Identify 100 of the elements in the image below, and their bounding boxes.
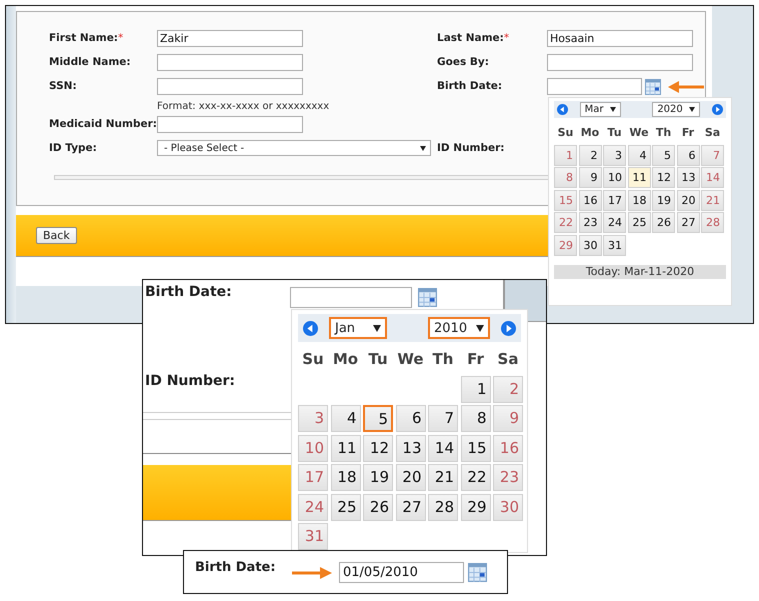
day-cell[interactable]: 19 bbox=[652, 190, 675, 210]
day-cell[interactable]: 15 bbox=[554, 190, 577, 210]
day-cell[interactable]: 26 bbox=[363, 494, 393, 520]
day-cell[interactable]: 3 bbox=[298, 405, 328, 432]
day-cell[interactable]: 8 bbox=[460, 405, 490, 432]
day-cell[interactable]: 28 bbox=[701, 212, 724, 233]
field-label: ID Type: bbox=[49, 141, 98, 156]
day-cell[interactable]: 2 bbox=[493, 376, 523, 402]
day-cell[interactable]: 16 bbox=[493, 434, 523, 462]
day-cell[interactable]: 10 bbox=[298, 434, 328, 462]
day-cell[interactable]: 30 bbox=[493, 494, 523, 520]
date-field[interactable] bbox=[290, 287, 412, 308]
day-cell[interactable]: 22 bbox=[554, 212, 577, 233]
day-cell[interactable]: 14 bbox=[701, 167, 724, 188]
day-cell[interactable]: 20 bbox=[676, 190, 700, 210]
day-cell[interactable]: 9 bbox=[493, 405, 523, 432]
calendar-icon[interactable] bbox=[468, 563, 487, 582]
field-label: ID Number: bbox=[437, 141, 506, 156]
day-cell[interactable]: 18 bbox=[330, 464, 360, 491]
weekday-label: Fr bbox=[680, 125, 696, 141]
day-cell[interactable]: 26 bbox=[652, 212, 675, 233]
day-cell[interactable]: 21 bbox=[428, 464, 458, 491]
month-select[interactable]: Jan bbox=[329, 317, 387, 339]
day-cell[interactable]: 5 bbox=[363, 405, 393, 432]
day-cell[interactable]: 11 bbox=[628, 167, 650, 188]
day-cell[interactable]: 3 bbox=[603, 144, 626, 166]
day-cell[interactable]: 6 bbox=[396, 405, 426, 432]
day-cell[interactable]: 1 bbox=[554, 144, 577, 166]
weekday-label: We bbox=[396, 349, 425, 370]
back-button[interactable]: Back bbox=[36, 227, 77, 244]
day-cell[interactable]: 4 bbox=[330, 405, 360, 432]
day-cell[interactable]: 31 bbox=[298, 523, 328, 550]
day-cell[interactable]: 27 bbox=[676, 212, 700, 233]
day-cell[interactable]: 22 bbox=[460, 464, 490, 491]
text-field[interactable] bbox=[547, 54, 693, 71]
dropdown[interactable]: - Please Select - bbox=[157, 140, 431, 156]
day-cell[interactable]: 17 bbox=[603, 190, 626, 210]
day-cell[interactable]: 23 bbox=[578, 212, 602, 233]
day-cell[interactable]: 12 bbox=[363, 434, 393, 462]
day-cell[interactable]: 23 bbox=[493, 464, 523, 491]
day-cell[interactable]: 8 bbox=[554, 167, 577, 188]
field-label: First Name:* bbox=[49, 31, 124, 46]
day-cell[interactable]: 27 bbox=[396, 494, 426, 520]
day-cell[interactable]: 7 bbox=[701, 144, 724, 166]
day-cell[interactable]: 10 bbox=[603, 167, 626, 188]
day-cell[interactable]: 4 bbox=[628, 144, 650, 166]
day-cell[interactable]: 12 bbox=[652, 167, 675, 188]
day-cell[interactable]: 7 bbox=[428, 405, 458, 432]
field-label: Birth Date: bbox=[195, 560, 276, 575]
day-cell[interactable]: 29 bbox=[554, 234, 577, 256]
field-label: Medicaid Number: bbox=[49, 117, 157, 132]
text-field[interactable]: Zakir bbox=[157, 30, 303, 47]
day-cell[interactable]: 29 bbox=[460, 494, 490, 520]
day-cell[interactable]: 30 bbox=[578, 234, 602, 256]
day-cell[interactable]: 15 bbox=[460, 434, 490, 462]
day-cell[interactable]: 19 bbox=[363, 464, 393, 491]
day-cell[interactable]: 17 bbox=[298, 464, 328, 491]
day-cell[interactable]: 5 bbox=[652, 144, 675, 166]
month-select[interactable]: Mar bbox=[580, 102, 621, 117]
pointer-arrow bbox=[292, 567, 332, 579]
day-cell[interactable]: 31 bbox=[603, 234, 626, 256]
date-field[interactable]: 01/05/2010 bbox=[339, 562, 464, 583]
field-label: ID Number: bbox=[145, 373, 235, 389]
weekday-label: Mo bbox=[332, 349, 360, 370]
day-cell[interactable]: 9 bbox=[578, 167, 602, 188]
today-footer[interactable]: Today: Mar-11-2020 bbox=[554, 264, 726, 278]
day-cell[interactable]: 1 bbox=[460, 376, 490, 402]
day-cell[interactable]: 25 bbox=[628, 212, 650, 233]
weekday-label: Mo bbox=[580, 125, 600, 141]
day-cell[interactable]: 24 bbox=[603, 212, 626, 233]
day-cell[interactable]: 2 bbox=[578, 144, 602, 166]
day-cell[interactable]: 16 bbox=[578, 190, 602, 210]
field-label: Birth Date: bbox=[145, 284, 232, 300]
text-field[interactable] bbox=[157, 78, 303, 95]
day-cell[interactable]: 6 bbox=[676, 144, 700, 166]
day-cell[interactable]: 20 bbox=[396, 464, 426, 491]
date-field[interactable] bbox=[547, 78, 642, 95]
calendar-icon[interactable] bbox=[645, 78, 661, 94]
day-cell[interactable]: 14 bbox=[428, 434, 458, 462]
day-cell[interactable]: 25 bbox=[330, 494, 360, 520]
calendar-icon[interactable] bbox=[418, 288, 437, 307]
weekday-label: Th bbox=[654, 125, 672, 141]
pointer-arrow bbox=[668, 80, 704, 92]
field-label: SSN: bbox=[49, 79, 78, 94]
weekday-label: Fr bbox=[466, 349, 485, 370]
text-field[interactable] bbox=[157, 54, 303, 71]
day-cell[interactable]: 24 bbox=[298, 494, 328, 520]
text-field[interactable] bbox=[157, 116, 303, 133]
day-cell[interactable]: 28 bbox=[428, 494, 458, 520]
day-cell[interactable]: 21 bbox=[701, 190, 724, 210]
field-label: Birth Date: bbox=[437, 79, 504, 94]
year-select[interactable]: 2020 bbox=[652, 102, 700, 117]
year-select[interactable]: 2010 bbox=[428, 317, 490, 339]
day-cell[interactable]: 13 bbox=[676, 167, 700, 188]
weekday-label: Sa bbox=[704, 125, 722, 141]
day-cell[interactable]: 18 bbox=[628, 190, 650, 210]
text-field[interactable]: Hosaain bbox=[547, 30, 693, 47]
caret-icon bbox=[373, 324, 381, 332]
day-cell[interactable]: 11 bbox=[330, 434, 360, 462]
day-cell[interactable]: 13 bbox=[396, 434, 426, 462]
